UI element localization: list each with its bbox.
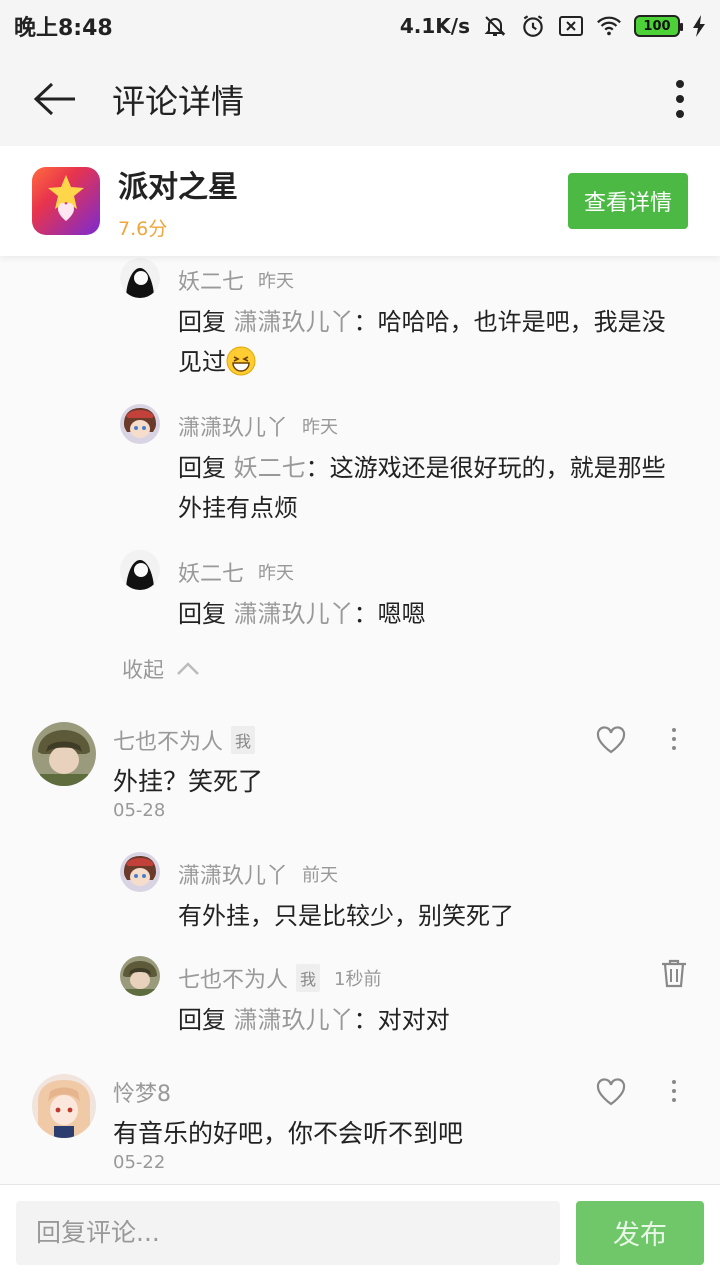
comment-header: 七也不为人 我 — [113, 724, 256, 756]
collapse-label: 收起 — [122, 658, 164, 682]
reply-header: 妖二七 昨天 — [178, 556, 294, 588]
reply-content: ：对对对 — [353, 1006, 450, 1034]
sim-off-icon — [558, 13, 584, 39]
battery-level: 100 — [643, 18, 671, 34]
status-time: 晚上8:48 — [14, 16, 113, 41]
battery-icon: 100 — [634, 15, 683, 37]
reply-to-user[interactable]: 潇潇玖儿丫 — [234, 308, 354, 336]
comment-author[interactable]: 怜梦8 — [113, 1076, 171, 1108]
reply-header: 潇潇玖儿丫 昨天 — [178, 410, 338, 442]
reply-text[interactable]: 有外挂，只是比较少，别笑死了 — [178, 896, 688, 936]
heart-icon — [596, 1078, 626, 1106]
avatar[interactable] — [32, 722, 96, 786]
comment-text[interactable]: 有音乐的好吧，你不会听不到吧 — [113, 1114, 463, 1150]
comment-date: 05-22 — [113, 1152, 166, 1173]
reply-header: 妖二七 昨天 — [178, 264, 294, 296]
app-icon[interactable] — [32, 167, 100, 235]
reply-time: 昨天 — [258, 563, 295, 584]
grinning-emoji-icon — [226, 346, 256, 376]
collapse-replies-button[interactable]: 收起 — [122, 654, 200, 684]
comment-more-button[interactable] — [668, 1076, 680, 1106]
avatar[interactable] — [120, 852, 160, 892]
publish-button[interactable]: 发布 — [576, 1200, 704, 1265]
comment-item[interactable]: 七也不为人 我 外挂？笑死了 05-28 — [32, 722, 692, 832]
reply-time: 1秒前 — [334, 969, 382, 990]
arrow-left-icon — [33, 82, 75, 116]
comment-text[interactable]: 外挂？笑死了 — [113, 762, 263, 798]
delete-button[interactable] — [660, 958, 690, 988]
reply-to-user[interactable]: 妖二七 — [234, 454, 306, 482]
avatar[interactable] — [120, 404, 160, 444]
alarm-icon — [520, 13, 546, 39]
reply-time: 昨天 — [258, 271, 295, 292]
app-name: 派对之星 — [118, 169, 238, 205]
reply-author[interactable]: 潇潇玖儿丫 — [178, 410, 288, 442]
reply-to-user[interactable]: 潇潇玖儿丫 — [234, 1006, 354, 1034]
chevron-up-icon — [177, 662, 199, 675]
avatar[interactable] — [120, 956, 160, 996]
like-button[interactable] — [596, 726, 626, 754]
trash-icon — [662, 959, 686, 988]
heart-icon — [596, 726, 626, 754]
wifi-icon — [596, 13, 622, 39]
network-speed: 4.1K/s — [399, 14, 470, 38]
reply-author[interactable]: 妖二七 — [178, 556, 244, 588]
reply-item[interactable]: 潇潇玖儿丫 前天 有外挂，只是比较少，别笑死了 — [120, 852, 690, 942]
comment-more-button[interactable] — [668, 724, 680, 754]
reply-header: 潇潇玖儿丫 前天 — [178, 858, 338, 890]
comment-date: 05-28 — [113, 800, 166, 821]
reply-text[interactable]: 回复 潇潇玖儿丫：对对对 — [178, 1000, 688, 1040]
reply-author[interactable]: 妖二七 — [178, 264, 244, 296]
reply-header: 七也不为人 我 1秒前 — [178, 962, 381, 994]
reply-text[interactable]: 回复 潇潇玖儿丫：嗯嗯 — [178, 594, 688, 634]
comment-list: 妖二七 昨天 回复 潇潇玖儿丫：哈哈哈，也许是吧，我是没见过 潇潇玖儿丫 昨天 … — [0, 256, 720, 1184]
view-details-button[interactable]: 查看详情 — [568, 173, 688, 229]
like-button[interactable] — [596, 1078, 626, 1106]
reply-author[interactable]: 潇潇玖儿丫 — [178, 858, 288, 890]
reply-content: ：嗯嗯 — [353, 600, 426, 628]
reply-bar: 发布 — [0, 1184, 720, 1280]
reply-prefix: 回复 — [178, 308, 226, 336]
reply-text[interactable]: 回复 潇潇玖儿丫：哈哈哈，也许是吧，我是没见过 — [178, 302, 688, 382]
more-menu-button[interactable] — [640, 52, 720, 146]
avatar[interactable] — [32, 1074, 96, 1138]
reply-author[interactable]: 七也不为人 — [178, 962, 288, 994]
mute-bell-icon — [482, 13, 508, 39]
page-title: 评论详情 — [112, 82, 244, 121]
status-bar: 晚上8:48 4.1K/s 100 — [0, 0, 720, 52]
reply-prefix: 回复 — [178, 600, 226, 628]
reply-item[interactable]: 妖二七 昨天 回复 潇潇玖儿丫：嗯嗯 — [120, 550, 690, 630]
app-header-card: 派对之星 7.6分 查看详情 — [0, 146, 720, 256]
reply-to-user[interactable]: 潇潇玖儿丫 — [234, 600, 354, 628]
reply-time: 前天 — [302, 865, 339, 886]
status-icons: 4.1K/s 100 — [400, 13, 706, 39]
app-score: 7.6分 — [118, 217, 168, 240]
reply-input[interactable] — [16, 1200, 560, 1265]
title-bar: 评论详情 — [0, 52, 720, 146]
reply-time: 昨天 — [302, 417, 339, 438]
me-badge: 我 — [296, 964, 321, 992]
reply-prefix: 回复 — [178, 454, 226, 482]
reply-text[interactable]: 回复 妖二七：这游戏还是很好玩的，就是那些外挂有点烦 — [178, 448, 688, 528]
reply-prefix: 回复 — [178, 1006, 226, 1034]
charging-icon — [692, 13, 706, 39]
avatar[interactable] — [120, 550, 160, 590]
me-badge: 我 — [231, 726, 256, 754]
reply-item[interactable]: 七也不为人 我 1秒前 回复 潇潇玖儿丫：对对对 — [120, 956, 690, 1046]
back-button[interactable] — [0, 52, 110, 146]
comment-item[interactable]: 怜梦8 有音乐的好吧，你不会听不到吧 05-22 — [32, 1074, 692, 1184]
comment-author[interactable]: 七也不为人 — [113, 724, 223, 756]
comment-header: 怜梦8 — [113, 1076, 171, 1108]
avatar[interactable] — [120, 258, 160, 298]
app-info: 派对之星 7.6分 — [118, 162, 238, 241]
reply-item[interactable]: 妖二七 昨天 回复 潇潇玖儿丫：哈哈哈，也许是吧，我是没见过 — [120, 258, 690, 378]
more-vertical-icon — [676, 80, 684, 118]
reply-item[interactable]: 潇潇玖儿丫 昨天 回复 妖二七：这游戏还是很好玩的，就是那些外挂有点烦 — [120, 404, 690, 524]
